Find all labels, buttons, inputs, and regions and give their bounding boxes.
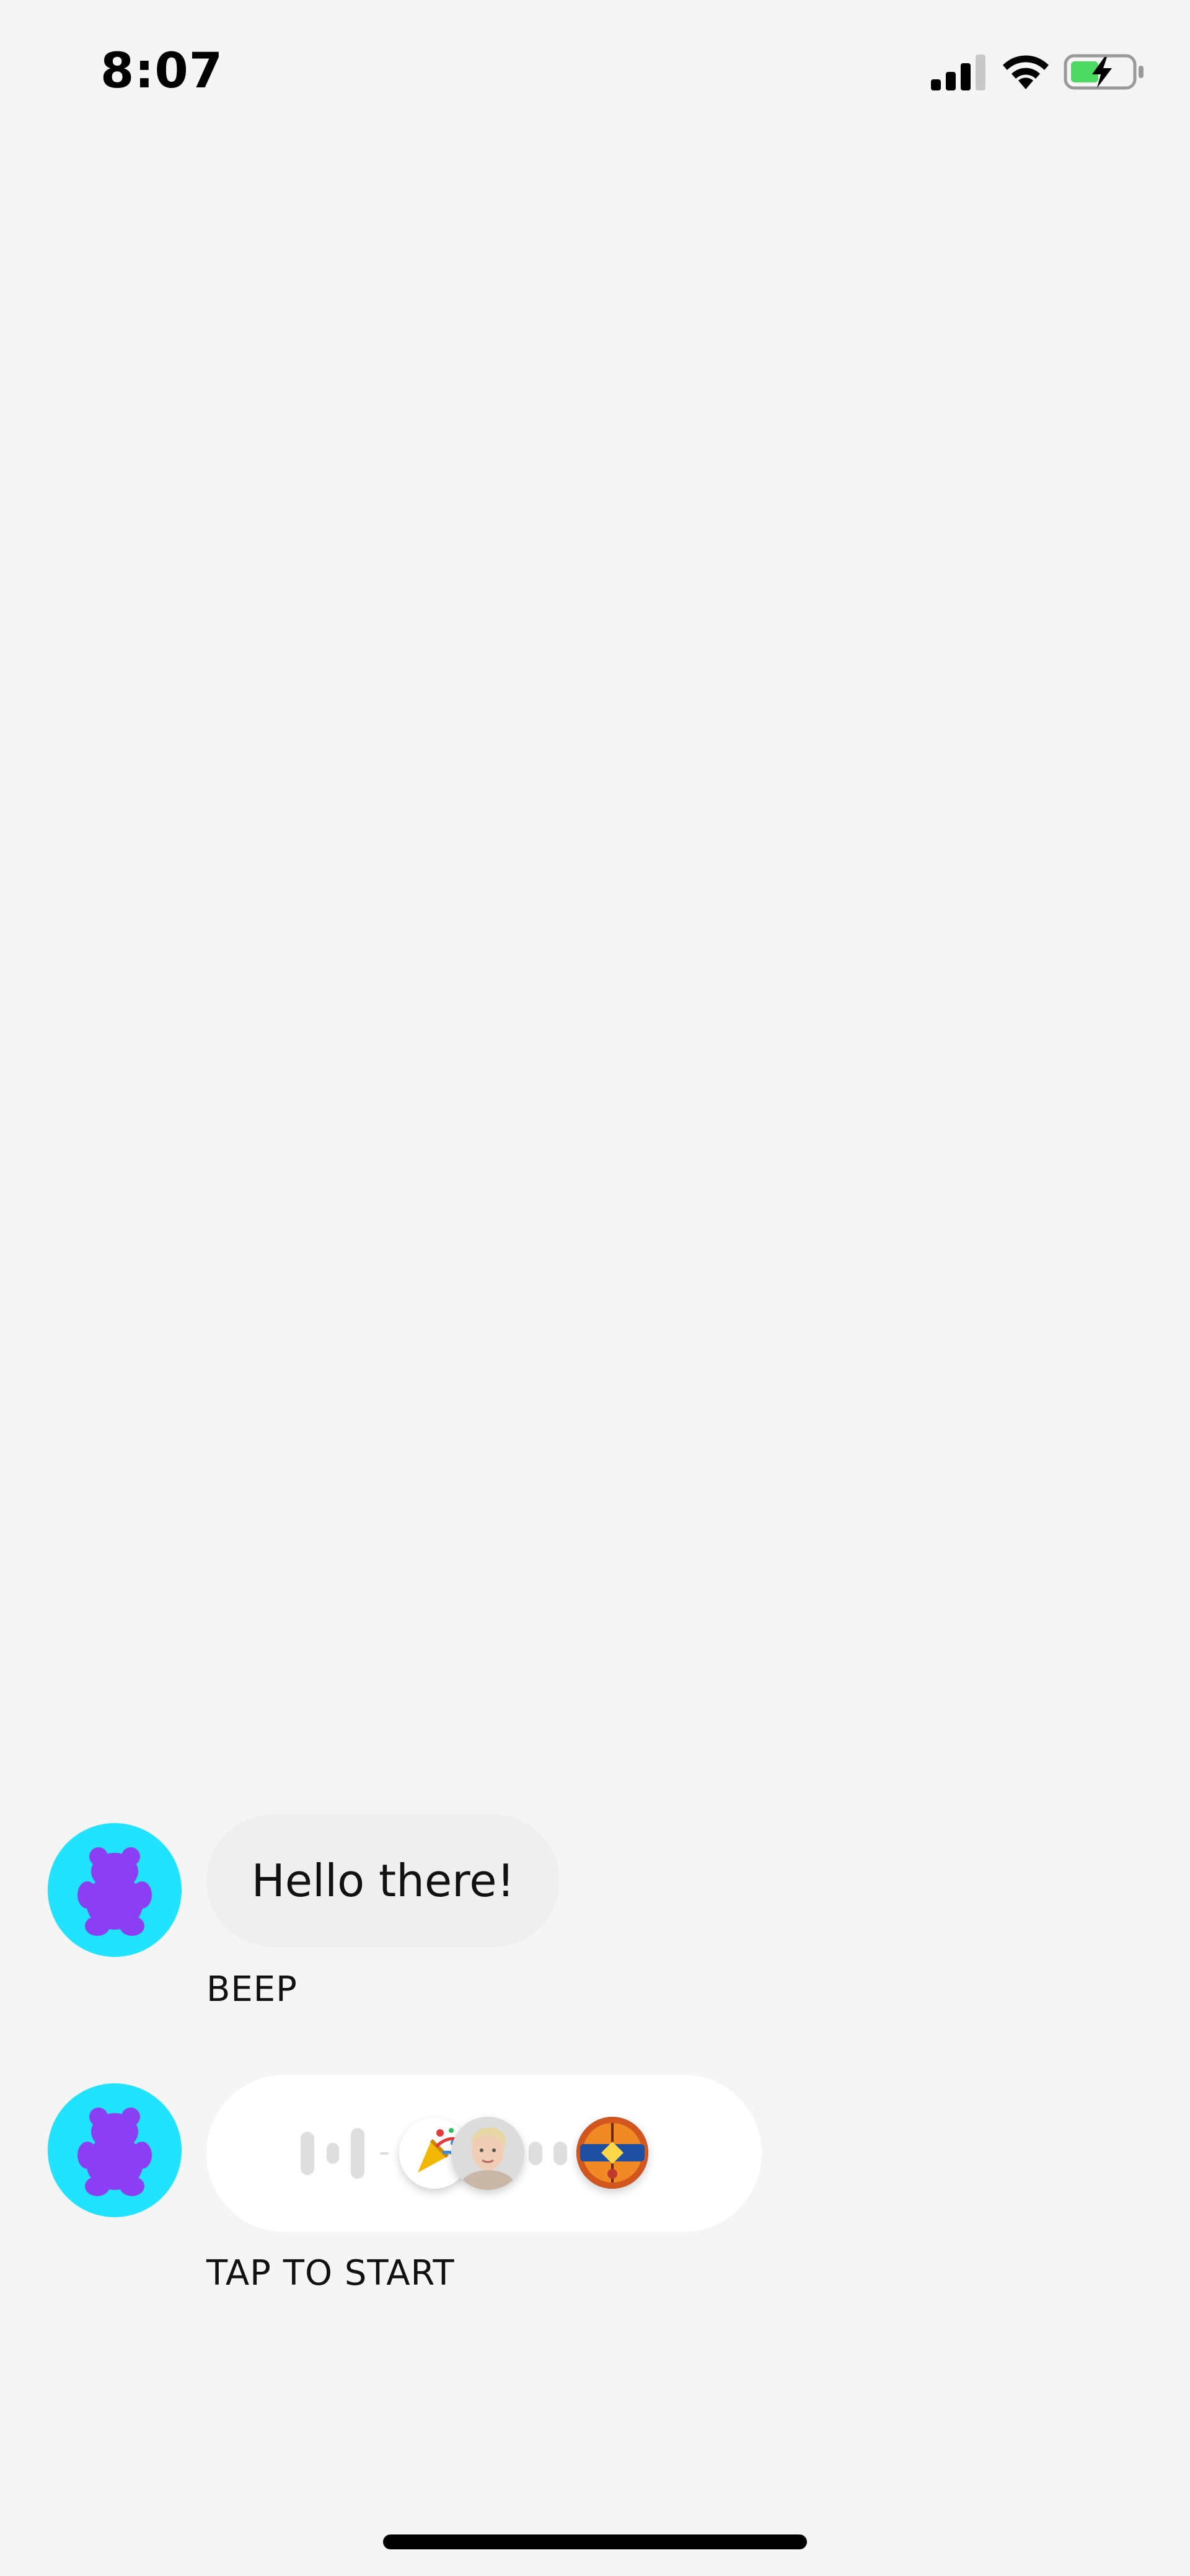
sender-label: BEEP xyxy=(206,1969,298,2010)
avatar[interactable] xyxy=(48,1823,182,1957)
media-message-bubble[interactable] xyxy=(206,2075,762,2232)
nba-jam-thumbnail xyxy=(576,2117,648,2189)
sender-label: TAP TO START xyxy=(206,2253,455,2293)
status-time: 8:07 xyxy=(100,43,224,99)
home-indicator[interactable] xyxy=(383,2534,807,2549)
gummy-bear-icon xyxy=(77,2108,152,2196)
signal-icon xyxy=(931,55,985,90)
battery-charging-icon xyxy=(1064,54,1144,90)
message-bubble[interactable]: Hello there! xyxy=(206,1814,560,1947)
status-bar: 8:07 xyxy=(0,0,1190,149)
message-text: Hello there! xyxy=(251,1855,515,1907)
gummy-bear-icon xyxy=(77,1847,152,1936)
wifi-icon xyxy=(1003,55,1049,89)
person-photo-thumbnail xyxy=(451,2117,524,2190)
avatar[interactable] xyxy=(48,2083,182,2217)
